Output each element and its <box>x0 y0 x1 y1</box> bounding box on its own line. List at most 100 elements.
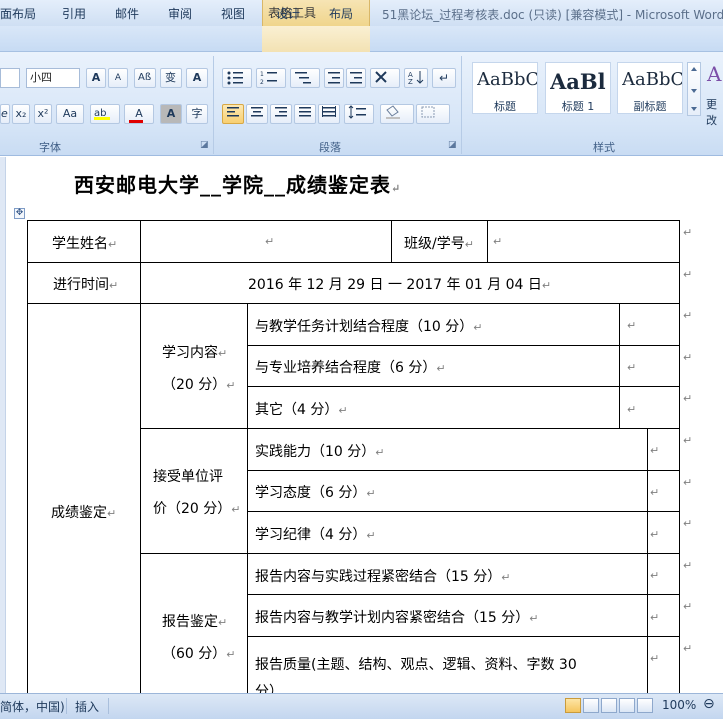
font-group-label: 字体 <box>39 141 61 154</box>
numbered-list-icon: 12 <box>260 71 277 86</box>
draft-view-icon[interactable] <box>637 698 653 713</box>
shading-button[interactable] <box>380 104 414 124</box>
font-size-dropdown[interactable]: 小四 <box>26 68 80 88</box>
period-label: 进行时间↵ <box>53 277 119 293</box>
style-sample: AaBbC <box>622 69 682 90</box>
row-end-mark: ↵ <box>683 268 693 281</box>
table-rule <box>247 345 680 346</box>
chinese-layout-button[interactable] <box>370 68 400 88</box>
grade-label: 成绩鉴定↵ <box>51 505 117 521</box>
sort-button[interactable]: AZ <box>404 68 428 88</box>
bullets-button[interactable] <box>222 68 252 88</box>
web-layout-view-icon[interactable] <box>601 698 617 713</box>
style-title[interactable]: AaBbC 标题 <box>472 62 538 114</box>
font-dialog-launcher-icon[interactable]: ◪ <box>200 140 209 150</box>
align-center-icon <box>251 107 263 117</box>
tab-view[interactable]: 视图 <box>221 5 245 22</box>
styles-scroll-arrows-icon <box>691 67 697 111</box>
language-indicator[interactable]: 简体，中国) <box>0 698 65 715</box>
increase-indent-button[interactable] <box>346 68 366 88</box>
numbering-button[interactable]: 12 <box>256 68 286 88</box>
student-name-cell[interactable]: ↵ <box>265 235 274 248</box>
style-subtitle[interactable]: AaBbC 副标题 <box>617 62 683 114</box>
enclose-characters-button[interactable]: 字 <box>186 104 208 124</box>
style-heading-1[interactable]: AaBl 标题 1 <box>545 62 611 114</box>
insert-mode-indicator[interactable]: 插入 <box>75 698 99 715</box>
table-rule <box>247 470 680 471</box>
criterion-text: 实践能力（10 分）↵ <box>255 444 385 460</box>
multilevel-list-button[interactable] <box>290 68 320 88</box>
paragraph-dialog-launcher-icon[interactable]: ◪ <box>448 140 457 150</box>
tab-references[interactable]: 引用 <box>62 5 86 22</box>
category-points: （60 分）↵ <box>162 646 236 662</box>
superscript-button[interactable]: x² <box>34 104 52 124</box>
student-name-label: 学生姓名↵ <box>52 236 118 252</box>
criterion-text: 学习态度（6 分）↵ <box>255 485 376 501</box>
row-end-mark: ↵ <box>683 434 693 447</box>
score-cell[interactable]: ↵ <box>650 486 659 499</box>
change-styles-icon[interactable]: A <box>707 62 721 86</box>
align-right-button[interactable] <box>270 104 292 124</box>
font-name-dropdown[interactable] <box>0 68 20 88</box>
tab-design[interactable]: 设计 <box>276 5 300 22</box>
grow-font-button[interactable]: A <box>86 68 106 88</box>
styles-group-label: 样式 <box>593 141 615 154</box>
font-color-button[interactable]: A <box>124 104 154 124</box>
status-separator <box>108 698 109 714</box>
subscript-button[interactable]: x₂ <box>12 104 30 124</box>
phonetic-guide-icon: 变 <box>165 70 176 84</box>
score-cell[interactable]: ↵ <box>650 528 659 541</box>
phonetic-guide-button[interactable]: 变 <box>160 68 182 88</box>
style-sample: AaBl <box>550 69 606 94</box>
score-cell[interactable]: ↵ <box>650 652 659 665</box>
zoom-out-icon[interactable]: ⊖ <box>703 696 715 712</box>
style-name: 标题 1 <box>561 100 595 113</box>
score-cell[interactable]: ↵ <box>627 361 636 374</box>
align-left-button[interactable] <box>222 104 244 124</box>
score-cell[interactable]: ↵ <box>650 611 659 624</box>
italic-button[interactable]: e <box>0 104 10 124</box>
justify-icon <box>299 107 311 117</box>
table-rule <box>247 636 680 637</box>
align-center-button[interactable] <box>246 104 268 124</box>
score-cell[interactable]: ↵ <box>650 569 659 582</box>
tab-mailings[interactable]: 邮件 <box>115 5 139 22</box>
character-shading-button[interactable]: A <box>160 104 182 124</box>
outline-view-icon[interactable] <box>619 698 635 713</box>
score-cell[interactable]: ↵ <box>627 403 636 416</box>
svg-text:Z: Z <box>408 78 413 85</box>
decrease-indent-button[interactable] <box>324 68 344 88</box>
table-rule <box>27 262 680 263</box>
table-column-rule <box>487 220 488 262</box>
shrink-font-button[interactable]: A <box>108 68 128 88</box>
print-layout-view-icon[interactable] <box>565 698 581 713</box>
row-end-mark: ↵ <box>683 309 693 322</box>
clear-format-button[interactable]: Aß <box>134 68 156 88</box>
score-cell[interactable]: ↵ <box>627 319 636 332</box>
highlight-button[interactable]: ab <box>90 104 120 124</box>
period-value[interactable]: 2016 年 12 月 29 日 一 2017 年 01 月 04 日↵ <box>248 274 551 294</box>
score-cell[interactable]: ↵ <box>650 444 659 457</box>
category-points: （20 分）↵ <box>162 377 236 393</box>
tab-review[interactable]: 审阅 <box>168 5 192 22</box>
tab-page-layout[interactable]: 面布局 <box>0 5 36 22</box>
justify-button[interactable] <box>294 104 316 124</box>
table-move-handle-icon[interactable]: ✥ <box>14 208 25 219</box>
full-screen-reading-view-icon[interactable] <box>583 698 599 713</box>
zoom-level[interactable]: 100% <box>662 698 696 712</box>
line-spacing-button[interactable] <box>344 104 374 124</box>
svg-text:变: 变 <box>165 70 176 83</box>
class-id-cell[interactable]: ↵ <box>493 235 502 248</box>
tab-layout[interactable]: 布局 <box>329 5 353 22</box>
character-border-button[interactable]: A <box>186 68 208 88</box>
styles-scroll[interactable] <box>687 62 701 116</box>
change-case-button[interactable]: Aa <box>56 104 84 124</box>
borders-button[interactable] <box>416 104 450 124</box>
distributed-button[interactable] <box>318 104 340 124</box>
change-styles-label[interactable]: 更改 <box>706 96 723 128</box>
table-rule <box>140 428 680 429</box>
criterion-text: 报告内容与实践过程紧密结合（15 分）↵ <box>255 569 511 585</box>
table-column-rule <box>247 303 248 693</box>
show-hide-marks-button[interactable]: ↵ <box>432 68 456 88</box>
font-size-value: 小四 <box>30 71 52 84</box>
